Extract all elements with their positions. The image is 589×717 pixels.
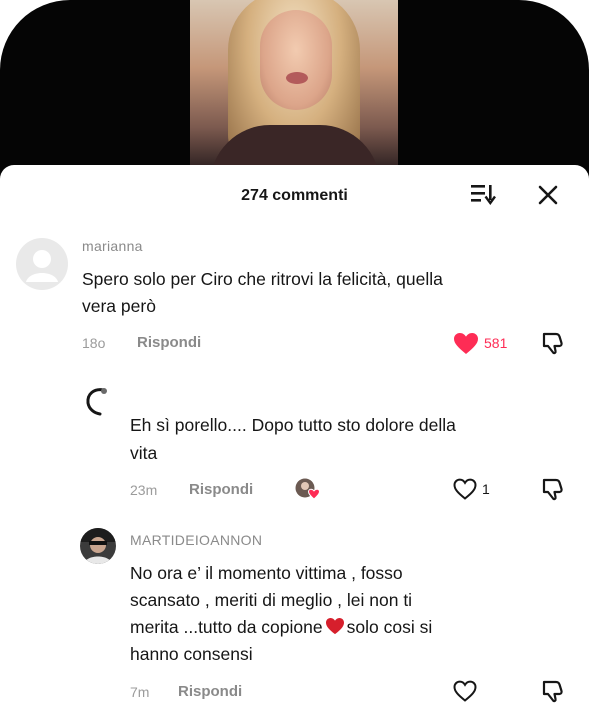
comment-item: marianna Spero solo per Ciro che ritrovi… bbox=[0, 233, 589, 363]
reply-button[interactable]: Rispondi bbox=[189, 481, 253, 498]
heart-outline-icon[interactable] bbox=[453, 478, 477, 500]
reply-avatar[interactable] bbox=[80, 383, 114, 417]
comment-text-segment: solo cosi si bbox=[346, 617, 433, 637]
dislike-icon[interactable] bbox=[540, 331, 566, 355]
sort-icon[interactable] bbox=[470, 183, 496, 205]
heart-filled-icon[interactable] bbox=[453, 332, 479, 355]
close-icon[interactable] bbox=[536, 183, 560, 207]
heart-outline-icon[interactable] bbox=[453, 680, 477, 702]
dislike-icon[interactable] bbox=[540, 679, 566, 703]
avatar-image-icon bbox=[80, 528, 116, 564]
video-face bbox=[260, 10, 332, 110]
comments-count-title: 274 commenti bbox=[241, 187, 348, 204]
comment-text-segment: merita ...tutto da copione bbox=[130, 617, 323, 637]
reply-button[interactable]: Rispondi bbox=[137, 334, 201, 351]
top-area bbox=[0, 0, 589, 200]
reply-avatar[interactable] bbox=[80, 528, 116, 564]
comment-text-line-with-emoji: merita ...tutto da copione solo cosi si bbox=[130, 614, 432, 641]
comment-text-line: vita bbox=[130, 443, 158, 463]
comment-text-line: Eh sì porello.... Dopo tutto sto dolore … bbox=[130, 415, 456, 435]
creator-liked-avatar-icon bbox=[295, 478, 321, 500]
red-heart-emoji-icon bbox=[325, 617, 344, 635]
comment-reply-item: Eh sì porello.... Dopo tutto sto dolore … bbox=[0, 375, 589, 515]
comments-sheet: 274 commenti marianna Spero solo per Cir… bbox=[0, 165, 589, 717]
like-count: 581 bbox=[484, 335, 508, 351]
reply-button[interactable]: Rispondi bbox=[178, 683, 242, 700]
default-avatar-icon bbox=[26, 250, 58, 282]
comment-time: 23m bbox=[130, 482, 158, 498]
comment-time: 18o bbox=[82, 335, 106, 351]
comment-reply-item: MARTIDEIOANNON No ora e’ il momento vitt… bbox=[0, 523, 589, 717]
comment-username[interactable]: marianna bbox=[82, 238, 143, 254]
comment-text-line: scansato , meriti di meglio , lei non ti bbox=[130, 590, 413, 610]
avatar[interactable] bbox=[16, 238, 68, 290]
dislike-icon[interactable] bbox=[540, 477, 566, 501]
comment-time: 7m bbox=[130, 684, 150, 700]
comment-username[interactable]: MARTIDEIOANNON bbox=[130, 532, 262, 548]
comment-text-line: hanno consensi bbox=[130, 644, 253, 664]
comment-text-line: No ora e’ il momento vittima , fosso bbox=[130, 563, 403, 583]
like-count: 1 bbox=[482, 481, 490, 497]
comment-text-line: Spero solo per Ciro che ritrovi la felic… bbox=[82, 269, 443, 289]
video-lips bbox=[286, 72, 308, 84]
video-preview[interactable] bbox=[190, 0, 398, 170]
comments-header: 274 commenti bbox=[0, 165, 589, 221]
avatar-image-icon bbox=[86, 388, 107, 416]
comment-text-line: vera però bbox=[82, 296, 156, 316]
